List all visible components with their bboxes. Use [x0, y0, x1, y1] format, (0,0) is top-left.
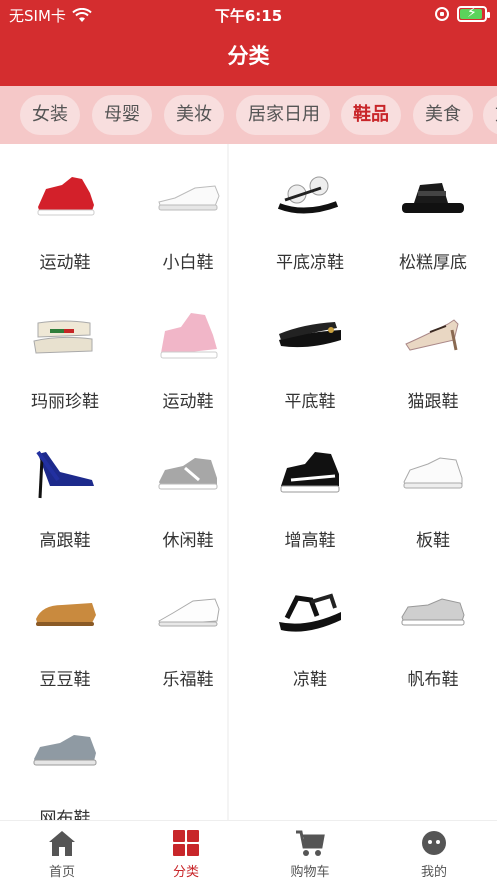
tab-beauty[interactable]: 美妆 — [164, 95, 224, 135]
nav-home[interactable]: 首页 — [0, 821, 124, 883]
canvas-shoe-icon — [398, 577, 468, 649]
category-label: 板鞋 — [416, 531, 450, 551]
white-skate-shoe-icon — [398, 438, 468, 510]
category-item[interactable]: 平底鞋 — [248, 283, 372, 422]
category-label: 玛丽珍鞋 — [31, 392, 99, 412]
tab-label: 鞋品 — [353, 104, 389, 125]
nav-label: 分类 — [172, 865, 199, 880]
tab-more[interactable]: 文 — [483, 95, 497, 135]
category-label: 高跟鞋 — [39, 531, 91, 551]
red-sneaker-icon — [30, 160, 100, 232]
category-item[interactable]: 网布鞋 — [3, 700, 127, 820]
tab-label: 居家日用 — [248, 104, 320, 125]
category-item[interactable]: 小白鞋 — [126, 144, 250, 283]
nav-category[interactable]: 分类 — [124, 821, 248, 883]
black-flat-icon — [275, 299, 345, 371]
nav-profile[interactable]: 我的 — [372, 821, 496, 883]
category-item[interactable]: 休闲鞋 — [126, 422, 250, 561]
tab-label: 美食 — [425, 104, 461, 125]
tab-women[interactable]: 女装 — [20, 95, 80, 135]
category-item[interactable]: 豆豆鞋 — [3, 561, 127, 700]
category-item[interactable]: 凉鞋 — [248, 561, 372, 700]
category-item[interactable]: 增高鞋 — [248, 422, 372, 561]
battery-icon: ⚡ — [457, 5, 490, 22]
category-label: 豆豆鞋 — [39, 670, 91, 690]
category-label: 松糕厚底 — [399, 253, 467, 273]
kitten-heel-icon — [398, 299, 468, 371]
tab-label: 女装 — [32, 104, 68, 125]
nav-label: 首页 — [48, 865, 75, 880]
nav-label: 购物车 — [290, 865, 330, 880]
cart-icon — [296, 830, 325, 856]
grey-sneaker-icon — [153, 438, 223, 510]
white-loafer-icon — [153, 577, 223, 649]
category-label: 凉鞋 — [293, 670, 327, 690]
category-item[interactable]: 帆布鞋 — [371, 561, 495, 700]
category-item[interactable]: 运动鞋 — [126, 283, 250, 422]
category-item[interactable]: 高跟鞋 — [3, 422, 127, 561]
orientation-lock-icon — [435, 7, 449, 21]
status-time: 下午6:15 — [214, 7, 283, 25]
category-item[interactable]: 松糕厚底 — [371, 144, 495, 283]
header: 无SIM卡 下午6:15 ⚡ 分类 — [0, 0, 497, 86]
tab-home[interactable]: 居家日用 — [236, 95, 330, 135]
category-item[interactable]: 板鞋 — [371, 422, 495, 561]
blue-heel-icon — [30, 438, 100, 510]
category-label: 猫跟鞋 — [407, 392, 459, 412]
app-root: 无SIM卡 下午6:15 ⚡ 分类 女装 母婴 美妆 居家日用 鞋品 美食 文 — [0, 0, 497, 883]
category-tabs: 女装 母婴 美妆 居家日用 鞋品 美食 文 — [0, 86, 497, 144]
grid-icon — [173, 830, 199, 856]
tab-label: 美妆 — [176, 104, 212, 125]
tab-baby[interactable]: 母婴 — [92, 95, 152, 135]
tab-food[interactable]: 美食 — [413, 95, 473, 135]
platform-sandal-icon — [398, 160, 468, 232]
tab-label: 母婴 — [104, 104, 140, 125]
category-label: 帆布鞋 — [407, 670, 459, 690]
nav-cart[interactable]: 购物车 — [248, 821, 372, 883]
category-label: 运动鞋 — [162, 392, 214, 412]
page-title: 分类 — [227, 44, 270, 68]
category-item[interactable]: 玛丽珍鞋 — [3, 283, 127, 422]
profile-icon — [422, 831, 446, 855]
status-bar: 无SIM卡 下午6:15 ⚡ — [0, 0, 497, 28]
white-shoe-icon — [153, 160, 223, 232]
category-label: 网布鞋 — [39, 809, 91, 820]
flower-sandal-icon — [275, 160, 345, 232]
loafer-icon — [30, 577, 100, 649]
category-label: 平底鞋 — [284, 392, 336, 412]
category-label: 乐福鞋 — [162, 670, 214, 690]
category-item[interactable]: 乐福鞋 — [126, 561, 250, 700]
bottom-nav: 首页 分类 购物车 我的 — [0, 820, 497, 883]
category-label: 运动鞋 — [39, 253, 91, 273]
shoe-category-grid: 运动鞋 小白鞋 平底凉鞋 松糕厚底 玛丽珍鞋 运动鞋 平底鞋 猫跟鞋 高跟鞋 休… — [0, 144, 497, 820]
category-item[interactable]: 平底凉鞋 — [248, 144, 372, 283]
pink-sneaker-icon — [153, 299, 223, 371]
black-sneaker-icon — [275, 438, 345, 510]
category-item[interactable]: 运动鞋 — [3, 144, 127, 283]
category-item[interactable]: 猫跟鞋 — [371, 283, 495, 422]
category-label: 休闲鞋 — [162, 531, 214, 551]
category-label: 平底凉鞋 — [276, 253, 344, 273]
men-sandal-icon — [275, 577, 345, 649]
home-icon — [49, 831, 75, 856]
category-label: 增高鞋 — [284, 531, 336, 551]
tab-shoes[interactable]: 鞋品 — [341, 95, 401, 135]
category-label: 小白鞋 — [162, 253, 214, 273]
mary-jane-icon — [30, 299, 100, 371]
mesh-shoe-icon — [30, 716, 100, 788]
nav-label: 我的 — [420, 865, 447, 880]
